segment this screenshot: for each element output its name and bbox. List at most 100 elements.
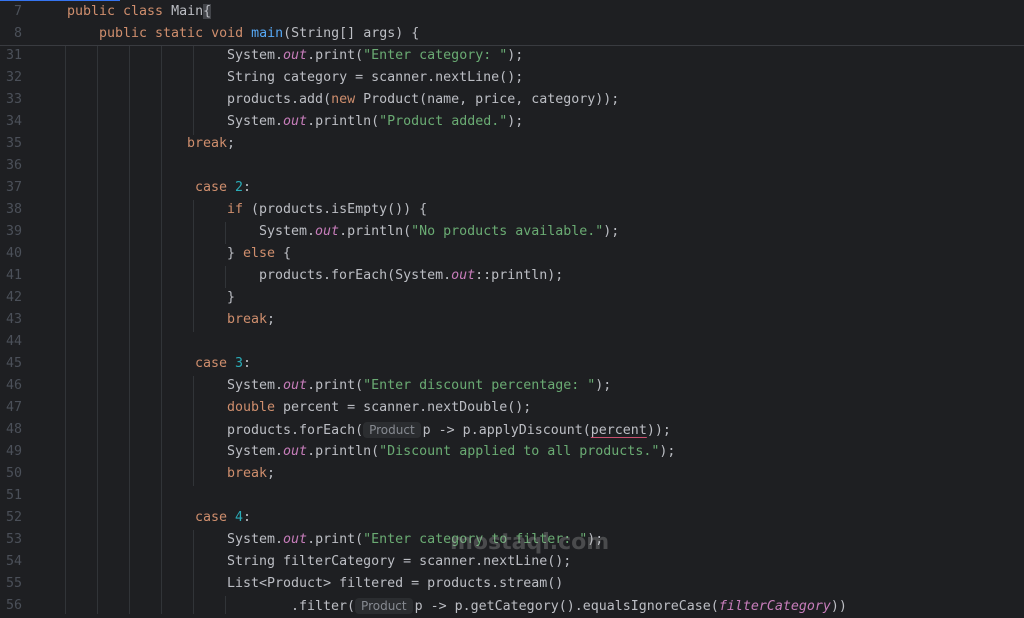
code-text[interactable]: break; [187, 133, 235, 155]
code-token-plain: (products.isEmpty()) { [251, 202, 428, 217]
code-token-str: "No products available." [411, 224, 604, 239]
line-number[interactable]: 44 [0, 331, 22, 353]
code-token-plain: )) [830, 599, 847, 614]
line-number[interactable]: 35 [0, 133, 22, 155]
line-number[interactable]: 49 [0, 441, 22, 463]
code-token-plain: : [243, 356, 252, 371]
code-text[interactable]: System.out.print("Enter discount percent… [227, 375, 611, 397]
code-text[interactable]: break; [227, 309, 275, 331]
line-number[interactable]: 55 [0, 573, 22, 595]
indent-guide [161, 45, 162, 614]
code-line[interactable]: 35 break; [0, 133, 1024, 155]
line-number[interactable]: 38 [0, 199, 22, 221]
code-line[interactable]: 48 products.forEach(Product p -> p.applyDi… [0, 419, 1024, 441]
code-line[interactable]: 8 public static void main(String[] args) … [0, 23, 1024, 45]
code-token-str: "Discount applied to all products." [379, 444, 660, 459]
code-token-plain: .println( [307, 444, 380, 459]
line-number[interactable]: 43 [0, 309, 22, 331]
line-number[interactable]: 36 [0, 155, 22, 177]
line-number[interactable]: 8 [0, 23, 22, 45]
code-line[interactable]: 49 System.out.println("Discount applied t… [0, 441, 1024, 463]
code-token-plain: ); [595, 378, 612, 393]
code-text[interactable]: break; [227, 463, 275, 485]
code-line[interactable]: 52 case 4: [0, 507, 1024, 529]
code-line[interactable]: 51 [0, 485, 1024, 507]
code-token-plain: .print( [307, 48, 364, 63]
code-text[interactable]: System.out.println("Discount applied to … [227, 441, 675, 463]
code-text[interactable]: String category = scanner.nextLine(); [227, 67, 523, 89]
code-line[interactable]: 37 case 2: [0, 177, 1024, 199]
code-line[interactable]: 34 System.out.println("Product added."); [0, 111, 1024, 133]
code-token-plain: String category = scanner.nextLine(); [227, 70, 524, 85]
code-text[interactable]: case 4: [195, 507, 251, 529]
code-text[interactable]: } else { [227, 243, 291, 265]
code-line[interactable]: 40 } else { [0, 243, 1024, 265]
code-line[interactable]: 41 products.forEach(System.out::println); [0, 265, 1024, 287]
line-number[interactable]: 48 [0, 419, 22, 441]
line-number[interactable]: 42 [0, 287, 22, 309]
code-text[interactable]: System.out.print("Enter category: "); [227, 45, 523, 67]
code-text[interactable]: System.out.println("No products availabl… [259, 221, 619, 243]
code-token-plain: Main [171, 4, 204, 19]
code-text[interactable]: products.forEach(Product p -> p.applyDisc… [227, 419, 671, 442]
line-number[interactable]: 52 [0, 507, 22, 529]
code-line[interactable]: 7 public class Main{ [0, 1, 1024, 23]
line-number[interactable]: 39 [0, 221, 22, 243]
code-token-kw: public static void [99, 26, 252, 41]
code-token-kw: case [195, 180, 236, 195]
code-line[interactable]: 43 break; [0, 309, 1024, 331]
code-text[interactable]: if (products.isEmpty()) { [227, 199, 427, 221]
code-line[interactable]: 44 [0, 331, 1024, 353]
code-token-plain: ); [507, 48, 524, 63]
line-number[interactable]: 40 [0, 243, 22, 265]
code-text[interactable]: System.out.println("Product added."); [227, 111, 523, 133]
code-text[interactable]: public static void main(String[] args) { [99, 23, 419, 45]
code-text[interactable]: case 3: [195, 353, 251, 375]
line-number[interactable]: 32 [0, 67, 22, 89]
code-line[interactable]: 36 [0, 155, 1024, 177]
line-number[interactable]: 46 [0, 375, 22, 397]
code-text[interactable]: products.add(new Product(name, price, ca… [227, 89, 619, 111]
code-line[interactable]: 47 double percent = scanner.nextDouble(); [0, 397, 1024, 419]
code-line[interactable]: 31 System.out.print("Enter category: "); [0, 45, 1024, 67]
line-number[interactable]: 45 [0, 353, 22, 375]
code-text[interactable]: double percent = scanner.nextDouble(); [227, 397, 531, 419]
code-line[interactable]: 50 break; [0, 463, 1024, 485]
line-number[interactable]: 50 [0, 463, 22, 485]
line-number[interactable]: 47 [0, 397, 22, 419]
indent-guide [193, 530, 194, 614]
line-number[interactable]: 41 [0, 265, 22, 287]
code-text[interactable]: } [227, 287, 235, 309]
indent-guide [225, 266, 226, 288]
line-number[interactable]: 37 [0, 177, 22, 199]
indent-guide [225, 596, 226, 614]
code-text[interactable]: .filter(Product p -> p.getCategory().equa… [291, 595, 847, 618]
code-token-kw: else [243, 246, 284, 261]
code-line[interactable]: 38 if (products.isEmpty()) { [0, 199, 1024, 221]
sticky-scope-header[interactable]: 7 public class Main{ 8 public static void m… [0, 1, 1024, 46]
line-number[interactable]: 31 [0, 45, 22, 67]
line-number[interactable]: 51 [0, 485, 22, 507]
code-token-plain: )); [646, 423, 671, 438]
code-text[interactable]: products.forEach(System.out::println); [259, 265, 563, 287]
code-token-plain: System. [227, 532, 284, 547]
line-number[interactable]: 33 [0, 89, 22, 111]
code-token-fld: out [283, 444, 308, 459]
code-text[interactable]: public class Main{ [67, 1, 212, 23]
code-line[interactable]: 32 String category = scanner.nextLine(); [0, 67, 1024, 89]
code-text[interactable]: List<Product> filtered = products.stream… [227, 573, 563, 595]
code-line[interactable]: 46 System.out.print("Enter discount perce… [0, 375, 1024, 397]
code-token-str: "Enter discount percentage: " [363, 378, 596, 393]
code-text[interactable]: case 2: [195, 177, 251, 199]
code-line[interactable]: 42} [0, 287, 1024, 309]
line-number[interactable]: 54 [0, 551, 22, 573]
code-token-plain: Product(name, price, category)); [363, 92, 620, 107]
code-line[interactable]: 45 case 3: [0, 353, 1024, 375]
code-line[interactable]: 55 List<Product> filtered = products.stre… [0, 573, 1024, 595]
code-line[interactable]: 39 System.out.println("No products availa… [0, 221, 1024, 243]
code-line[interactable]: 33 products.add(new Product(name, price, … [0, 89, 1024, 111]
code-token-plain: .print( [307, 378, 364, 393]
line-number[interactable]: 53 [0, 529, 22, 551]
line-number[interactable]: 7 [0, 1, 22, 23]
line-number[interactable]: 34 [0, 111, 22, 133]
